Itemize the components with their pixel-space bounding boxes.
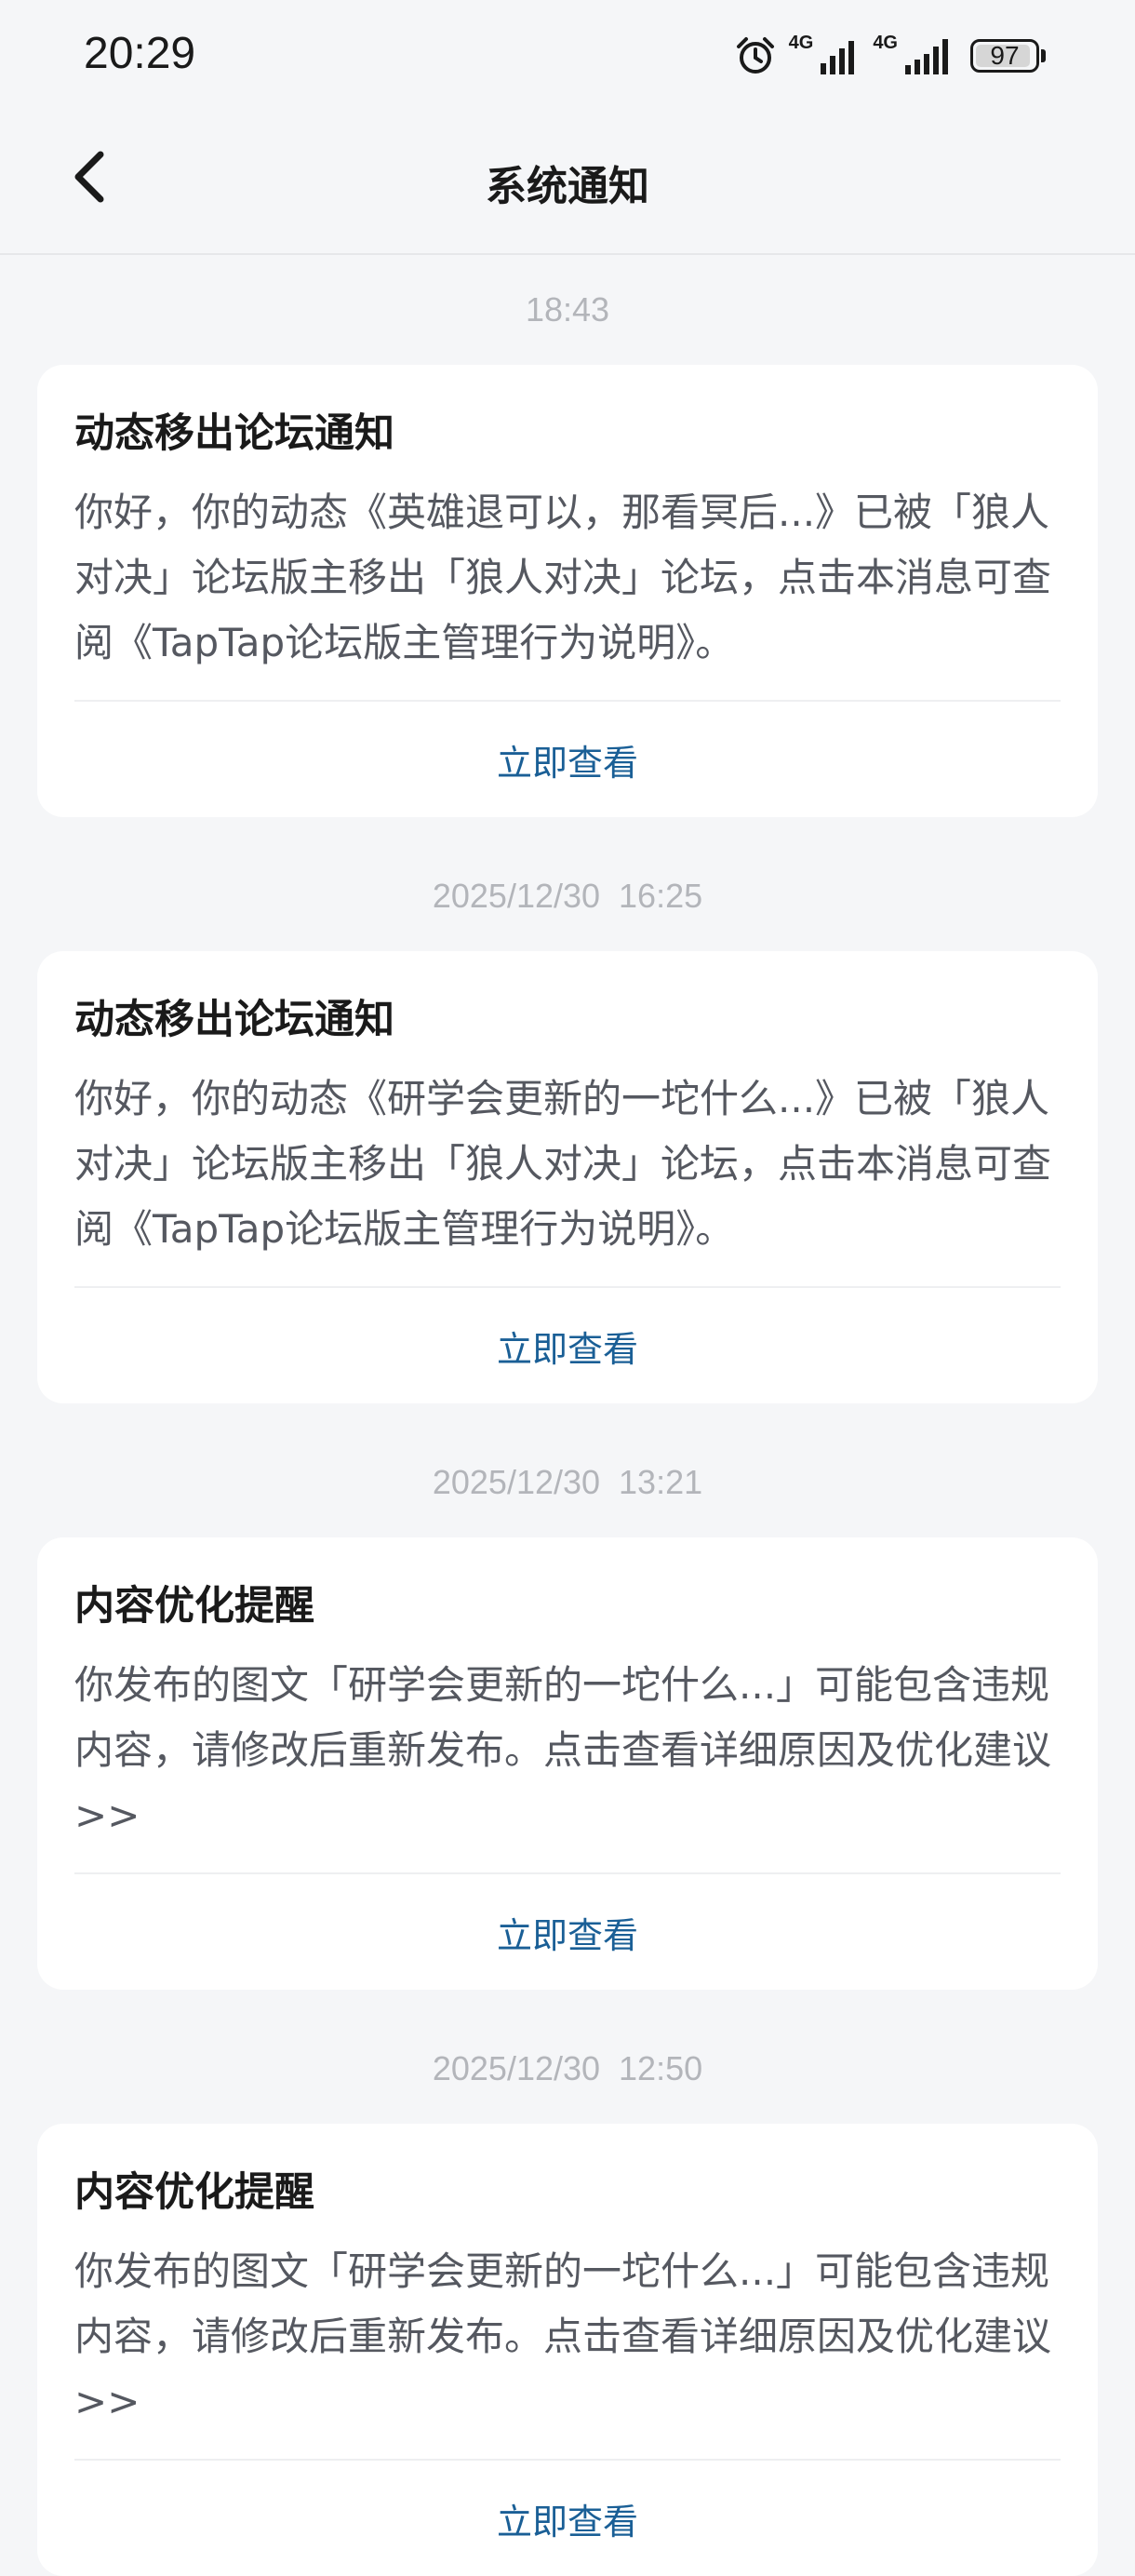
signal-icon	[821, 41, 855, 74]
page-title: 系统通知	[486, 163, 649, 210]
battery-icon: 97	[970, 39, 1039, 73]
notification-timestamp: 2025/12/30 13:21	[432, 1463, 703, 1501]
alarm-icon	[736, 37, 774, 74]
notification-title: 动态移出论坛通知	[74, 410, 394, 457]
battery-tip	[1041, 49, 1046, 62]
notification-body: 你好，你的动态《研学会更新的一坨什么...》已被「狼人对决」论坛版主移出「狼人对…	[74, 1067, 1061, 1288]
nav-bar: 系统通知	[0, 112, 1135, 255]
notification-body: 你发布的图文「研学会更新的一坨什么...」可能包含违规内容，请修改后重新发布。点…	[74, 1653, 1061, 1874]
signal-icon-secondary	[905, 39, 948, 74]
notification-body: 你发布的图文「研学会更新的一坨什么...」可能包含违规内容，请修改后重新发布。点…	[74, 2239, 1061, 2461]
notification-timestamp: 18:43	[525, 290, 610, 329]
notification-title: 动态移出论坛通知	[74, 997, 394, 1043]
status-icons: 4G 4G 97	[735, 32, 1046, 80]
notification-card[interactable]: 动态移出论坛通知 你好，你的动态《研学会更新的一坨什么...》已被「狼人对决」论…	[37, 951, 1098, 1403]
notification-title: 内容优化提醒	[74, 1583, 314, 1630]
status-bar: 20:29 4G 4G 97	[0, 0, 1135, 112]
notification-card[interactable]: 动态移出论坛通知 你好，你的动态《英雄退可以，那看冥后...》已被「狼人对决」论…	[37, 365, 1098, 817]
network-label-2: 4G	[873, 33, 898, 53]
notification-timestamp: 2025/12/30 16:25	[432, 877, 703, 915]
network-label-1: 4G	[788, 33, 814, 53]
view-now-button[interactable]: 立即查看	[74, 2461, 1061, 2576]
status-time: 20:29	[84, 29, 196, 78]
view-now-button[interactable]: 立即查看	[74, 1288, 1061, 1403]
notification-body: 你好，你的动态《英雄退可以，那看冥后...》已被「狼人对决」论坛版主移出「狼人对…	[74, 480, 1061, 702]
notification-card[interactable]: 内容优化提醒 你发布的图文「研学会更新的一坨什么...」可能包含违规内容，请修改…	[37, 2124, 1098, 2576]
notification-title: 内容优化提醒	[74, 2169, 314, 2216]
battery-level: 97	[990, 41, 1020, 70]
view-now-button[interactable]: 立即查看	[74, 1874, 1061, 1990]
notification-card[interactable]: 内容优化提醒 你发布的图文「研学会更新的一坨什么...」可能包含违规内容，请修改…	[37, 1537, 1098, 1990]
notification-timestamp: 2025/12/30 12:50	[432, 2049, 703, 2087]
notification-feed: 18:43 动态移出论坛通知 你好，你的动态《英雄退可以，那看冥后...》已被「…	[0, 255, 1135, 2576]
view-now-button[interactable]: 立即查看	[74, 702, 1061, 817]
